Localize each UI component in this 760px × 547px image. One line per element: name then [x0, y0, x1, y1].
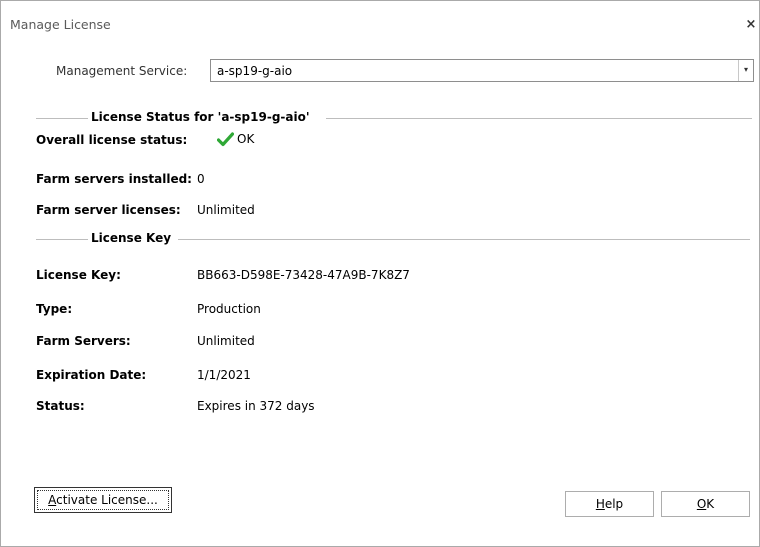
activate-license-button[interactable]: Activate License... [34, 487, 172, 513]
type-label: Type: [36, 302, 73, 316]
farm-servers-value: Unlimited [197, 334, 255, 348]
license-key-value: BB663-D598E-73428-47A9B-7K8Z7 [197, 268, 410, 282]
title-bar: Manage License × [1, 1, 759, 35]
license-status-section-title: License Status for 'a-sp19-g-aio' [91, 110, 310, 124]
farm-server-licenses-label: Farm server licenses: [36, 203, 181, 217]
farm-servers-installed-label: Farm servers installed: [36, 172, 192, 186]
green-checkmark-icon [217, 132, 234, 147]
overall-status-text: OK [237, 132, 255, 146]
ok-button[interactable]: OK [661, 491, 750, 517]
type-value: Production [197, 302, 261, 316]
help-button[interactable]: Help [565, 491, 654, 517]
expiration-date-label: Expiration Date: [36, 368, 147, 382]
ok-mnemonic: O [696, 497, 707, 511]
help-label: elp [604, 497, 624, 511]
activate-mnemonic: A [48, 493, 57, 507]
farm-servers-installed-value: 0 [197, 172, 205, 186]
license-key-section-title: License Key [91, 231, 172, 245]
ok-label: K [706, 497, 715, 511]
license-key-label: License Key: [36, 268, 121, 282]
help-mnemonic: H [595, 497, 605, 511]
management-service-dropdown[interactable]: a-sp19-g-aio ▾ [210, 59, 754, 82]
window-title: Manage License [10, 17, 111, 32]
expiration-date-value: 1/1/2021 [197, 368, 251, 382]
chevron-down-icon[interactable]: ▾ [738, 60, 753, 81]
activate-label: ctivate License... [56, 493, 158, 507]
farm-servers-label: Farm Servers: [36, 334, 131, 348]
license-status-section-header: License Status for 'a-sp19-g-aio' [36, 110, 752, 124]
overall-status-label: Overall license status: [36, 133, 188, 147]
status-label: Status: [36, 399, 85, 413]
management-service-label: Management Service: [56, 64, 188, 78]
management-service-value: a-sp19-g-aio [217, 64, 293, 78]
license-key-section-header: License Key [36, 231, 750, 245]
farm-server-licenses-value: Unlimited [197, 203, 255, 217]
close-icon[interactable]: × [744, 17, 758, 33]
status-value: Expires in 372 days [197, 399, 315, 413]
manage-license-dialog: Manage License × Management Service: a-s… [0, 0, 760, 547]
